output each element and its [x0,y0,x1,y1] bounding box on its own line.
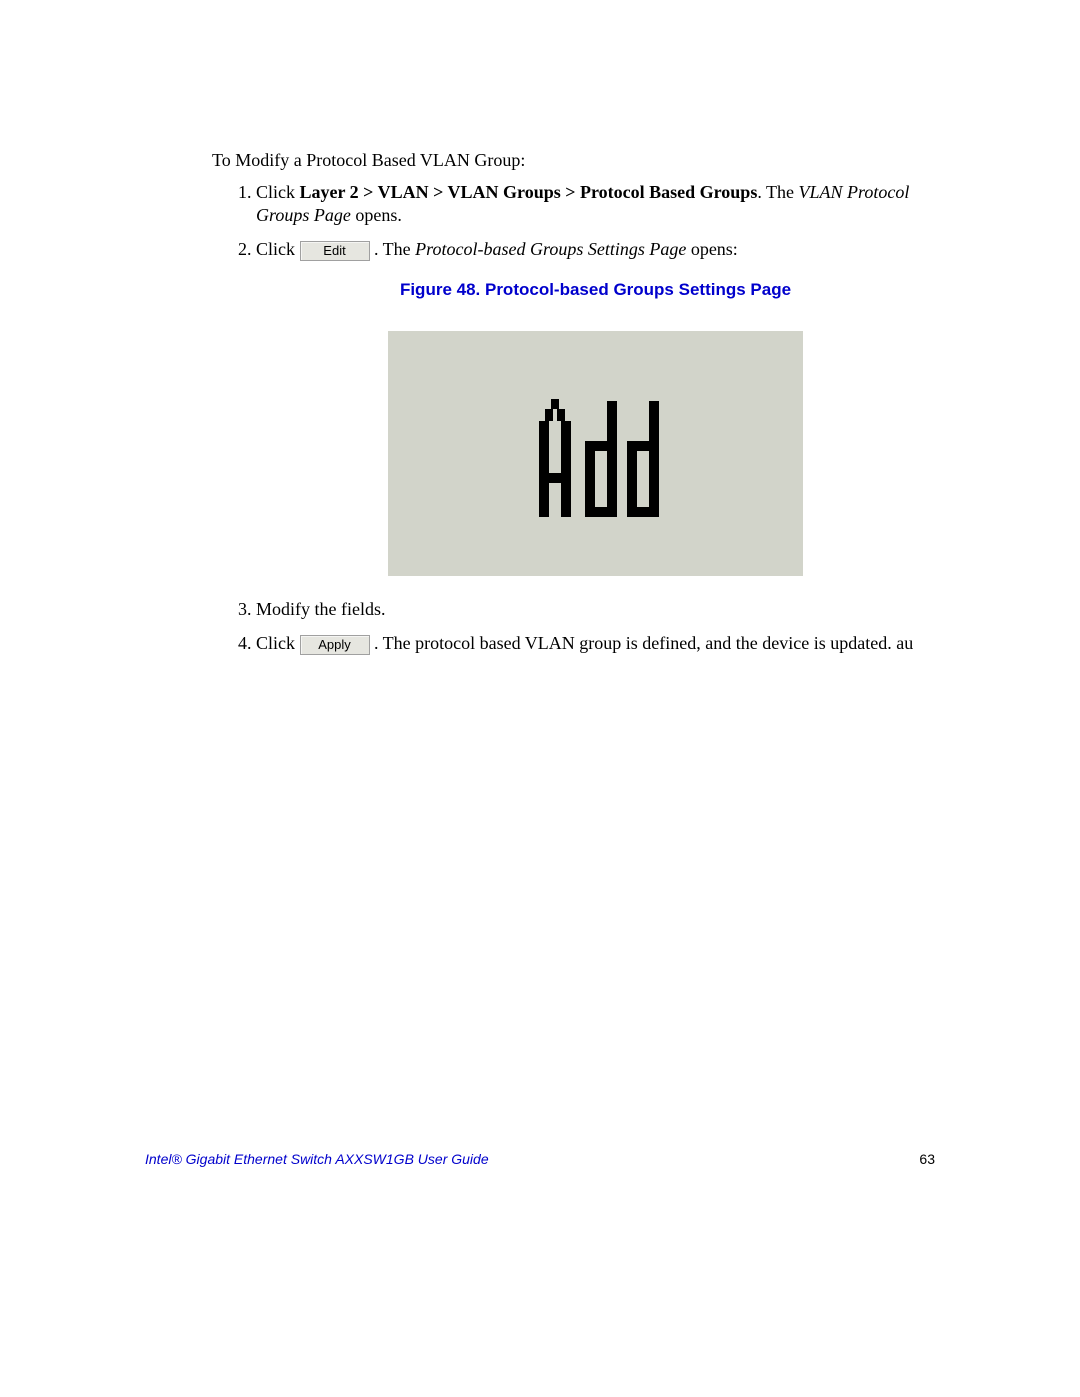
step2-after: . The [374,239,415,259]
figure-image-container [256,331,935,576]
step1-click: Click [256,182,300,202]
step1-path: Layer 2 > VLAN > VLAN Groups > Protocol … [300,182,758,202]
step1-after: . The [757,182,798,202]
step2-click: Click [256,239,300,259]
step-2: Click Edit . The Protocol-based Groups S… [256,238,935,576]
step-3: Modify the fields. [256,598,935,621]
intro-text: To Modify a Protocol Based VLAN Group: [212,150,935,171]
step-1: Click Layer 2 > VLAN > VLAN Groups > Pro… [256,181,935,228]
step4-after: . The protocol based VLAN group is defin… [374,633,913,653]
step2-end: opens: [686,239,738,259]
edit-button[interactable]: Edit [300,241,370,261]
step2-italic: Protocol-based Groups Settings Page [415,239,686,259]
step3-text: Modify the fields. [256,599,385,619]
figure-caption: Figure 48. Protocol-based Groups Setting… [256,279,935,301]
step4-click: Click [256,633,300,653]
steps-list: Click Layer 2 > VLAN > VLAN Groups > Pro… [236,181,935,655]
footer-page-number: 63 [919,1151,935,1167]
page-footer: Intel® Gigabit Ethernet Switch AXXSW1GB … [145,1151,935,1167]
step-4: Click Apply . The protocol based VLAN gr… [256,632,935,655]
step1-end: opens. [351,205,402,225]
figure-image [388,331,803,576]
footer-title: Intel® Gigabit Ethernet Switch AXXSW1GB … [145,1151,489,1167]
apply-button[interactable]: Apply [300,635,370,655]
add-glyph-icon [531,379,661,529]
